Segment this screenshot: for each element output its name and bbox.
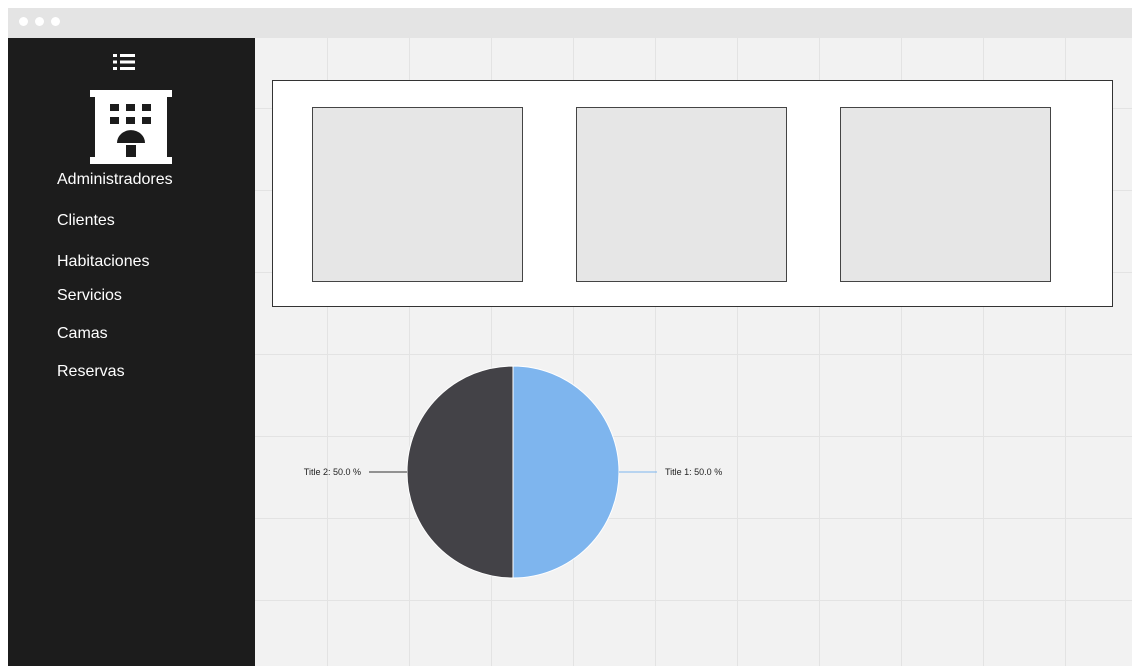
window-titlebar	[8, 8, 1132, 38]
sidebar-item-clientes[interactable]: Clientes	[57, 212, 115, 230]
sidebar-item-habitaciones[interactable]: Habitaciones	[57, 253, 150, 271]
app-window: Administradores Clientes Habitaciones Se…	[8, 8, 1132, 666]
menu-list-icon[interactable]	[112, 52, 136, 72]
main-content: Title 1: 50.0 % Title 2: 50.0 %	[255, 38, 1132, 666]
window-close-dot[interactable]	[19, 17, 28, 26]
pie-label-1: Title 1: 50.0 %	[665, 467, 722, 477]
window-minimize-dot[interactable]	[35, 17, 44, 26]
hotel-building-icon	[90, 90, 172, 164]
pie-label-2: Title 2: 50.0 %	[304, 467, 361, 477]
pie-slice-1[interactable]	[512, 365, 620, 579]
sidebar-item-camas[interactable]: Camas	[57, 325, 108, 343]
sidebar-item-administradores[interactable]: Administradores	[57, 171, 173, 189]
pie-slice-2[interactable]	[406, 365, 514, 579]
sidebar-item-servicios[interactable]: Servicios	[57, 287, 122, 305]
window-maximize-dot[interactable]	[51, 17, 60, 26]
sidebar: Administradores Clientes Habitaciones Se…	[8, 38, 255, 666]
sidebar-item-reservas[interactable]: Reservas	[57, 363, 125, 381]
pie-chart: Title 1: 50.0 % Title 2: 50.0 %	[304, 365, 722, 579]
